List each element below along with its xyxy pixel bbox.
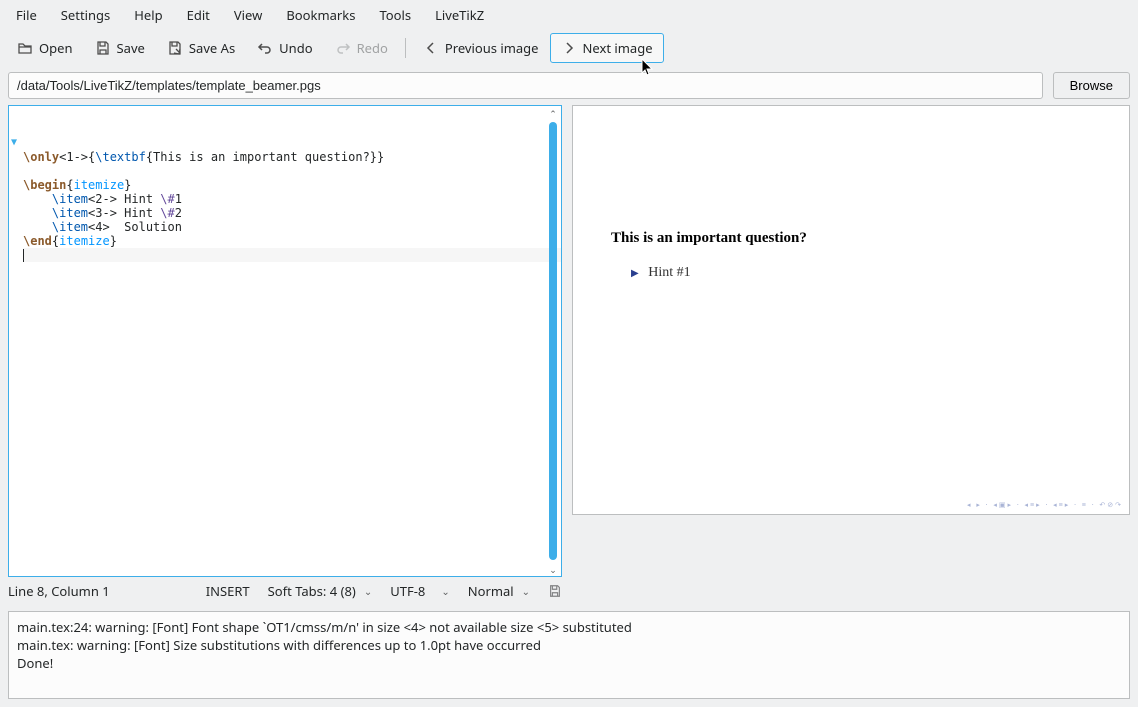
editor-scrollbar[interactable]: ⌃ ⌄ xyxy=(545,106,561,576)
save-button[interactable]: Save xyxy=(84,33,156,63)
bullet-icon: ▶ xyxy=(631,268,639,279)
code-line[interactable]: \begin{itemize} xyxy=(23,178,561,192)
save-as-icon xyxy=(167,40,183,56)
previous-image-button[interactable]: Previous image xyxy=(412,33,550,63)
open-label: Open xyxy=(39,39,73,57)
code-line[interactable]: \end{itemize} xyxy=(23,234,561,248)
save-as-button[interactable]: Save As xyxy=(156,33,246,63)
save-as-label: Save As xyxy=(189,39,235,57)
next-image-label: Next image xyxy=(583,39,653,57)
code-line[interactable] xyxy=(23,248,561,262)
previous-image-label: Previous image xyxy=(445,39,539,57)
path-bar: Browse xyxy=(0,66,1138,105)
tabs-setting[interactable]: Soft Tabs: 4 (8) ⌄ xyxy=(268,582,373,600)
log-line: main.tex:24: warning: [Font] Font shape … xyxy=(17,618,1121,636)
undo-icon xyxy=(257,40,273,56)
fold-marker-icon[interactable]: ▼ xyxy=(11,136,21,148)
scroll-down-icon[interactable]: ⌄ xyxy=(545,562,561,576)
log-output[interactable]: main.tex:24: warning: [Font] Font shape … xyxy=(8,611,1130,699)
log-line: Done! xyxy=(17,654,1121,672)
save-label: Save xyxy=(117,39,145,57)
undo-button[interactable]: Undo xyxy=(246,33,323,63)
preview-title: This is an important question? xyxy=(611,230,807,247)
menu-settings[interactable]: Settings xyxy=(49,0,122,30)
code-line[interactable] xyxy=(23,164,561,178)
template-path-input[interactable] xyxy=(8,72,1043,99)
menu-bar: File Settings Help Edit View Bookmarks T… xyxy=(0,0,1138,30)
toolbar-separator xyxy=(405,38,406,58)
code-line[interactable]: \item<2-> Hint \#1 xyxy=(23,192,561,206)
log-line: main.tex: warning: [Font] Size substitut… xyxy=(17,636,1121,654)
code-editor[interactable]: ▼ \only<1->{\textbf{This is an important… xyxy=(8,105,562,577)
beamer-nav-icons: ◂ ▸ · ◂▣▸ · ◂≡▸ · ◂≡▸ · ≡ · ↶⊘↷ xyxy=(967,501,1123,510)
next-image-button[interactable]: Next image xyxy=(550,33,664,63)
toolbar: Open Save Save As Undo Redo Previous ima… xyxy=(0,30,1138,66)
menu-livetikz[interactable]: LiveTikZ xyxy=(423,0,496,30)
undo-label: Undo xyxy=(279,39,312,57)
chevron-down-icon: ⌄ xyxy=(522,584,530,598)
code-line[interactable]: \item<3-> Hint \#2 xyxy=(23,206,561,220)
chevron-down-icon: ⌄ xyxy=(441,584,449,598)
menu-tools[interactable]: Tools xyxy=(367,0,423,30)
redo-label: Redo xyxy=(357,39,388,57)
menu-file[interactable]: File xyxy=(4,0,49,30)
preview-item: ▶ Hint #1 xyxy=(631,265,807,281)
menu-bookmarks[interactable]: Bookmarks xyxy=(274,0,367,30)
scroll-up-icon[interactable]: ⌃ xyxy=(545,106,561,120)
chevron-left-icon xyxy=(423,40,439,56)
chevron-right-icon xyxy=(561,40,577,56)
editor-mode[interactable]: INSERT xyxy=(206,582,250,600)
redo-icon xyxy=(335,40,351,56)
cursor-position[interactable]: Line 8, Column 1 xyxy=(8,582,110,600)
open-icon xyxy=(17,40,33,56)
editor-status-bar: Line 8, Column 1 INSERT Soft Tabs: 4 (8)… xyxy=(0,577,1138,605)
mode-setting[interactable]: Normal ⌄ xyxy=(468,582,530,600)
encoding-setting[interactable]: UTF-8 ⌄ xyxy=(390,582,450,600)
scrollbar-thumb[interactable] xyxy=(549,122,557,560)
save-status-icon[interactable] xyxy=(548,584,562,598)
code-line[interactable]: \only<1->{\textbf{This is an important q… xyxy=(23,150,561,164)
preview-item-text: Hint #1 xyxy=(648,265,690,280)
menu-edit[interactable]: Edit xyxy=(175,0,222,30)
preview-pane: This is an important question? ▶ Hint #1… xyxy=(572,105,1130,515)
open-button[interactable]: Open xyxy=(6,33,84,63)
save-icon xyxy=(95,40,111,56)
redo-button[interactable]: Redo xyxy=(324,33,399,63)
chevron-down-icon: ⌄ xyxy=(364,584,372,598)
menu-help[interactable]: Help xyxy=(122,0,174,30)
code-line[interactable]: \item<4> Solution xyxy=(23,220,561,234)
browse-button[interactable]: Browse xyxy=(1053,72,1130,99)
menu-view[interactable]: View xyxy=(222,0,274,30)
main-area: ▼ \only<1->{\textbf{This is an important… xyxy=(0,105,1138,577)
